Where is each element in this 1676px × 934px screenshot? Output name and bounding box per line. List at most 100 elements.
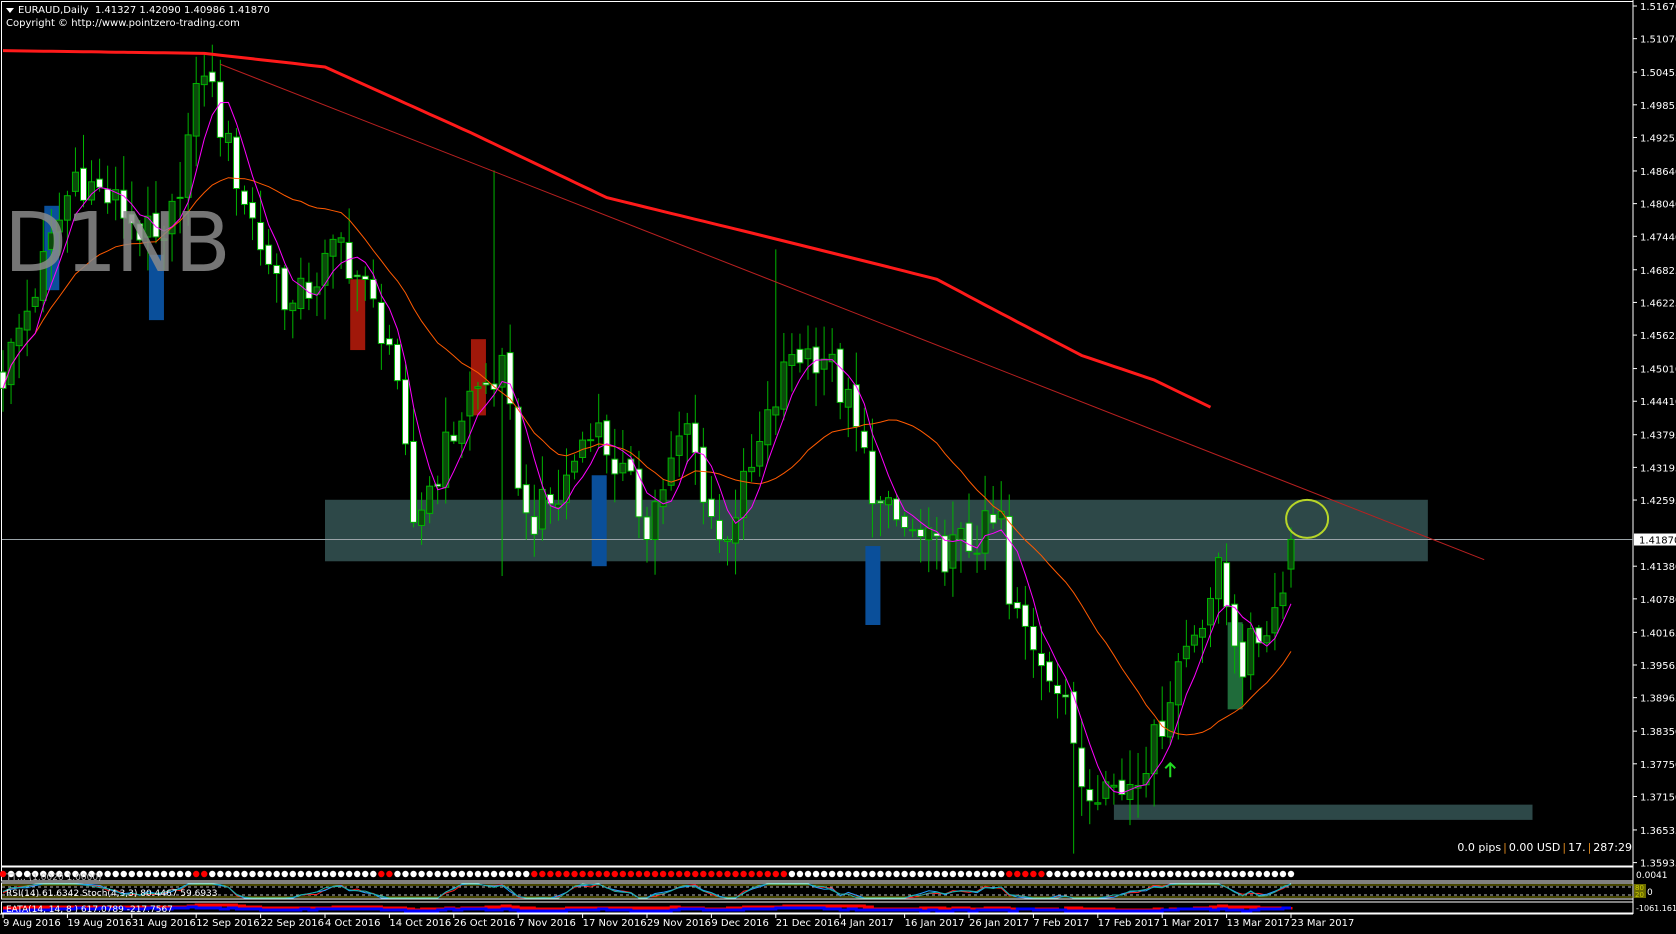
- white-signal-dot: [184, 870, 192, 878]
- bear-candle-body: [917, 528, 925, 538]
- separator: |: [1503, 841, 1507, 854]
- red-signal-dot: [716, 870, 723, 878]
- candle: [200, 53, 208, 107]
- candle: [450, 421, 458, 444]
- white-signal-dot: [1150, 870, 1158, 878]
- white-signal-dot: [788, 870, 796, 878]
- bear-candle-body: [1021, 604, 1029, 627]
- price-label: 1.35935: [1640, 859, 1676, 870]
- bull-candle-body: [23, 310, 31, 331]
- dots-indicator-label: TT… (1.0020 1.0000): [5, 873, 102, 883]
- price-label: 1.45625: [1640, 331, 1676, 342]
- red-signal-dot: [531, 870, 538, 878]
- date-label: 29 Nov 2016: [647, 918, 711, 929]
- trendline: [220, 63, 1485, 561]
- candle: [836, 342, 844, 420]
- price-label: 1.43795: [1640, 431, 1676, 442]
- white-signal-dot: [981, 870, 989, 878]
- bear-candle-body: [1005, 515, 1013, 605]
- candle: [393, 338, 401, 390]
- candle: [538, 456, 546, 541]
- candle: [377, 283, 385, 370]
- price-label: 1.44410: [1640, 397, 1676, 408]
- bull-candle-body: [1271, 607, 1279, 634]
- bull-candle-body: [772, 406, 780, 416]
- bear-candle-body: [965, 522, 973, 552]
- bull-candle-body: [1182, 645, 1190, 660]
- bull-candle-body: [619, 462, 627, 474]
- white-signal-dot: [973, 870, 981, 878]
- price-chart[interactable]: 1.51670 1.51070 1.50455 1.49855 1.49255 1.486…: [0, 0, 1676, 934]
- white-signal-dot: [1279, 870, 1287, 878]
- bull-candle-body: [804, 348, 812, 360]
- red-signal-dot: [563, 870, 570, 878]
- red-signal-dot: [667, 870, 675, 878]
- white-signal-dot: [1094, 870, 1102, 878]
- candle: [1062, 679, 1070, 715]
- candle: [1054, 663, 1062, 719]
- bear-candle-body: [707, 498, 715, 518]
- bull-candle-body: [7, 341, 15, 386]
- red-signal-dot: [619, 870, 627, 878]
- candle: [96, 158, 104, 192]
- bear-candle-body: [450, 434, 458, 442]
- candle: [1166, 681, 1174, 745]
- white-signal-dot: [313, 870, 321, 878]
- red-signal-dot: [555, 870, 562, 878]
- white-signal-dot: [917, 870, 924, 878]
- red-signal-dot: [643, 870, 651, 878]
- white-signal-dot: [506, 870, 514, 878]
- price-label: 1.47440: [1640, 232, 1676, 243]
- red-signal-dot: [1022, 870, 1029, 878]
- red-signal-dot: [651, 870, 659, 878]
- bear-candle-body: [1086, 789, 1094, 802]
- bear-candle-body: [893, 498, 901, 521]
- date-label: 13 Mar 2017: [1227, 918, 1290, 929]
- red-signal-dot: [1006, 870, 1013, 878]
- candle: [265, 229, 273, 275]
- white-signal-dot: [345, 870, 353, 878]
- white-signal-dot: [1239, 870, 1246, 878]
- red-signal-dot: [772, 870, 779, 878]
- bull-candle-body: [675, 435, 683, 456]
- bull-candle-body: [587, 439, 595, 442]
- red-signal-dot: [659, 870, 667, 878]
- candle: [675, 411, 683, 477]
- main-chart-frame: [1, 1, 1634, 867]
- bear-candle-body: [361, 275, 369, 280]
- bear-candle-body: [1037, 652, 1045, 667]
- white-signal-dot: [152, 870, 160, 878]
- candle: [1182, 619, 1190, 668]
- white-signal-dot: [160, 870, 168, 878]
- white-signal-dot: [1183, 870, 1190, 878]
- red-signal-dot: [1014, 870, 1021, 878]
- bull-candle-body: [724, 539, 731, 542]
- bear-candle-body: [860, 430, 868, 449]
- candle: [1279, 571, 1287, 619]
- bull-candle-body: [184, 134, 192, 198]
- price-label: 1.42595: [1640, 496, 1676, 507]
- white-signal-dot: [1142, 870, 1150, 878]
- white-signal-dot: [482, 870, 490, 878]
- candle: [289, 299, 297, 339]
- count: 17.: [1568, 841, 1586, 854]
- red-signal-dot: [611, 870, 618, 878]
- candle: [627, 446, 635, 476]
- white-signal-dot: [1078, 870, 1085, 878]
- white-signal-dot: [933, 870, 940, 878]
- price-label: 1.37150: [1640, 792, 1676, 803]
- red-signal-dot: [764, 870, 771, 878]
- dropdown-triangle-icon[interactable]: [6, 7, 14, 13]
- white-signal-dot: [176, 870, 184, 878]
- candle: [232, 128, 240, 216]
- white-signal-dot: [1223, 870, 1230, 878]
- date-label: 9 Aug 2016: [3, 918, 61, 929]
- white-signal-dot: [458, 870, 466, 878]
- price-label: 1.38965: [1640, 694, 1676, 705]
- white-signal-dot: [1199, 870, 1206, 878]
- white-signal-dot: [370, 870, 377, 878]
- bull-candle-body: [192, 82, 200, 137]
- white-signal-dot: [104, 870, 111, 878]
- red-signal-dot: [587, 870, 594, 878]
- date-label: 21 Dec 2016: [776, 918, 840, 929]
